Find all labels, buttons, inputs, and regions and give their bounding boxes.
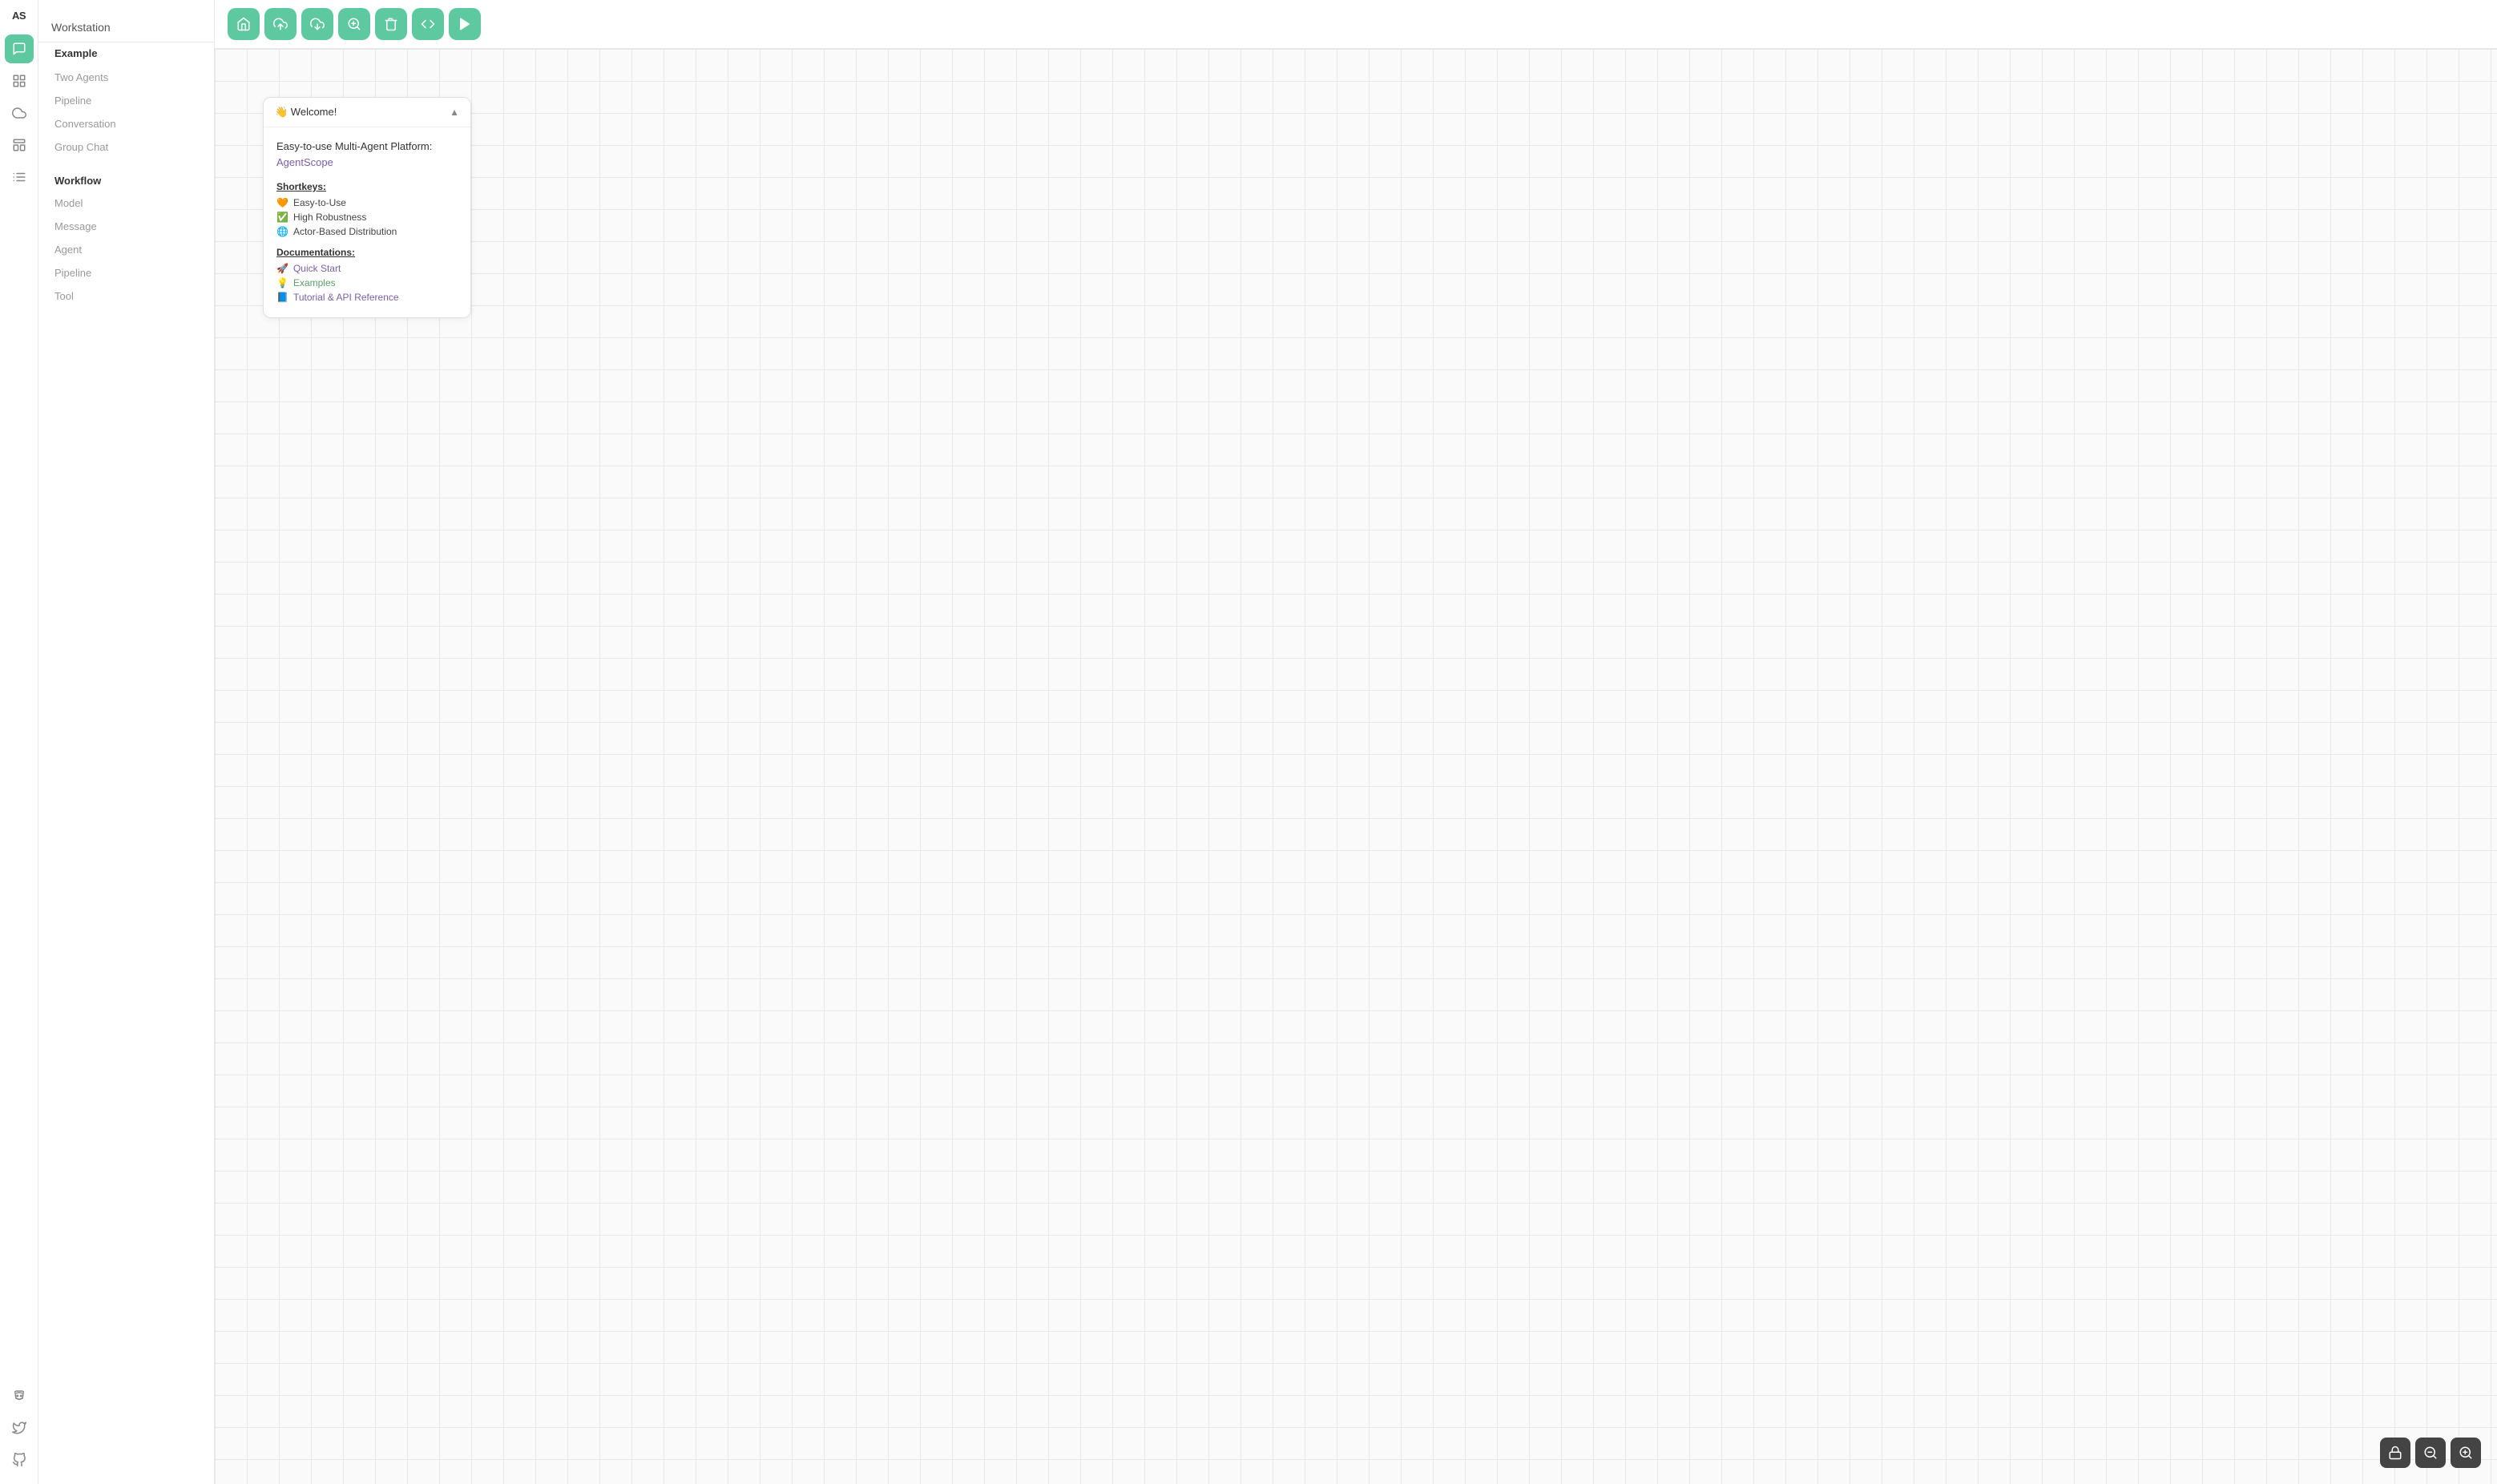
examples-link[interactable]: Examples — [293, 277, 336, 288]
shortkeys-label: Shortkeys: — [276, 181, 458, 192]
collapse-button[interactable]: ▲ — [450, 107, 459, 118]
easy-icon: 🧡 — [276, 197, 288, 208]
nav-icon-list[interactable] — [5, 163, 34, 192]
docs-label: Documentations: — [276, 247, 458, 258]
app-logo: AS — [12, 10, 26, 22]
tutorial-icon: 📘 — [276, 292, 288, 303]
workflow-section-title: Workflow — [38, 165, 214, 192]
welcome-card-header: 👋 Welcome! ▲ — [264, 98, 470, 127]
canvas-area: 👋 Welcome! ▲ Easy-to-use Multi-Agent Pla… — [215, 0, 2497, 1484]
zoom-out-button[interactable] — [2415, 1438, 2446, 1468]
zoom-fit-button[interactable] — [338, 8, 370, 40]
zoom-controls — [2380, 1438, 2481, 1468]
actor-icon: 🌐 — [276, 226, 288, 237]
sidebar-item-pipeline[interactable]: Pipeline — [38, 261, 214, 284]
nav-icon-github[interactable] — [5, 1446, 34, 1474]
welcome-card-title: 👋 Welcome! — [275, 106, 337, 119]
run-button[interactable] — [449, 8, 481, 40]
sidebar-item-model[interactable]: Model — [38, 192, 214, 215]
sidebar-item-group-chat[interactable]: Group Chat — [38, 135, 214, 159]
robust-text: High Robustness — [293, 212, 366, 223]
sidebar-item-agent[interactable]: Agent — [38, 238, 214, 261]
icon-sidebar: AS — [0, 0, 38, 1484]
download-button[interactable] — [301, 8, 333, 40]
nav-icon-discord[interactable] — [5, 1381, 34, 1410]
code-button[interactable] — [412, 8, 444, 40]
tutorial-link[interactable]: Tutorial & API Reference — [293, 292, 399, 303]
nav-icon-cloud[interactable] — [5, 99, 34, 127]
sidebar-item-two-agents[interactable]: Two Agents — [38, 66, 214, 89]
grid-canvas[interactable]: 👋 Welcome! ▲ Easy-to-use Multi-Agent Pla… — [215, 49, 2497, 1484]
actor-text: Actor-Based Distribution — [293, 226, 397, 237]
example-section-title: Example — [38, 42, 214, 64]
shortkey-easy: 🧡 Easy-to-Use — [276, 197, 458, 208]
sidebar-item-tool[interactable]: Tool — [38, 284, 214, 308]
main-sidebar: Workstation Example Two Agents Pipeline … — [38, 0, 215, 1484]
quickstart-link[interactable]: Quick Start — [293, 263, 341, 274]
shortkey-robust: ✅ High Robustness — [276, 212, 458, 223]
examples-icon: 💡 — [276, 277, 288, 288]
sidebar-item-message[interactable]: Message — [38, 215, 214, 238]
zoom-in-button[interactable] — [2451, 1438, 2481, 1468]
welcome-card: 👋 Welcome! ▲ Easy-to-use Multi-Agent Pla… — [263, 97, 471, 318]
doc-quickstart: 🚀 Quick Start — [276, 263, 458, 274]
nav-icon-twitter[interactable] — [5, 1413, 34, 1442]
doc-tutorial: 📘 Tutorial & API Reference — [276, 292, 458, 303]
shortkey-actor: 🌐 Actor-Based Distribution — [276, 226, 458, 237]
headline-text: Easy-to-use Multi-Agent Platform: — [276, 140, 432, 152]
sidebar-item-conversation[interactable]: Conversation — [38, 112, 214, 135]
upload-button[interactable] — [264, 8, 296, 40]
nav-icon-chat[interactable] — [5, 34, 34, 63]
welcome-headline: Easy-to-use Multi-Agent Platform: AgentS… — [276, 139, 458, 170]
quickstart-icon: 🚀 — [276, 263, 288, 274]
sidebar-item-pipeline[interactable]: Pipeline — [38, 89, 214, 112]
home-button[interactable] — [228, 8, 260, 40]
lock-button[interactable] — [2380, 1438, 2410, 1468]
robust-icon: ✅ — [276, 212, 288, 223]
easy-text: Easy-to-Use — [293, 197, 346, 208]
workflow-section: Workflow Model Message Agent Pipeline To… — [38, 165, 214, 308]
doc-examples: 💡 Examples — [276, 277, 458, 288]
nav-icon-grid[interactable] — [5, 67, 34, 95]
agentscope-link[interactable]: AgentScope — [276, 156, 333, 168]
toolbar — [215, 0, 2497, 49]
welcome-card-body: Easy-to-use Multi-Agent Platform: AgentS… — [264, 127, 470, 317]
delete-button[interactable] — [375, 8, 407, 40]
window-title: Workstation — [38, 13, 214, 42]
nav-icon-dashboard[interactable] — [5, 131, 34, 159]
example-section: Example Two Agents Pipeline Conversation… — [38, 42, 214, 159]
